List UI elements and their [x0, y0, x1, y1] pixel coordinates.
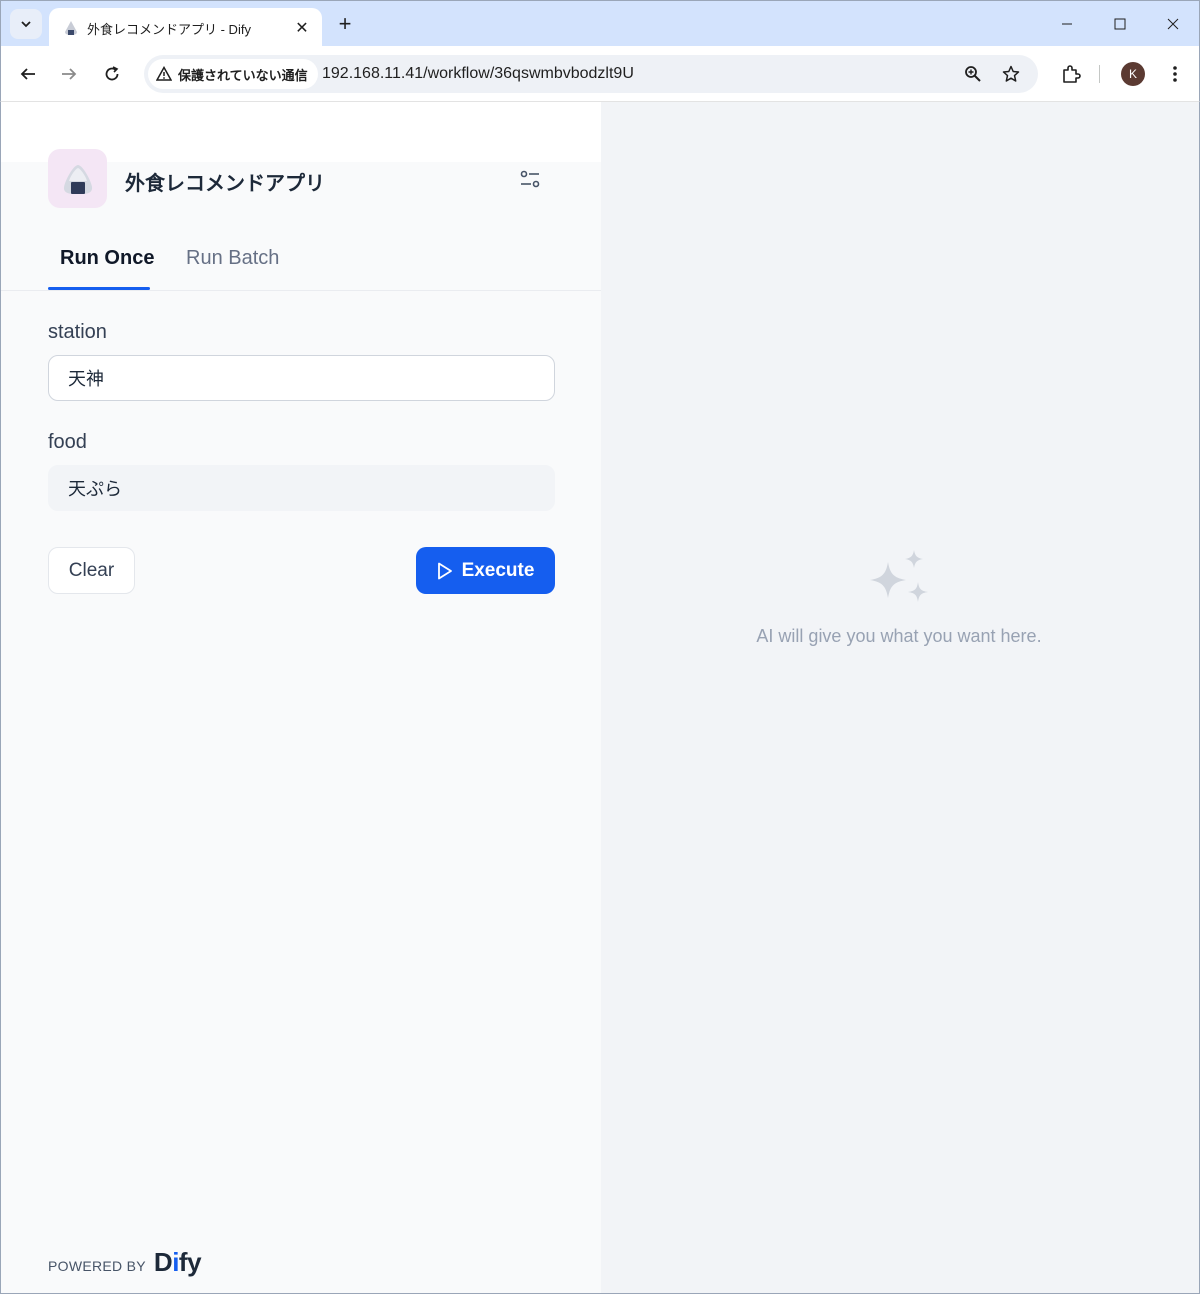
- browser-titlebar: 外食レコメンドアプリ - Dify ✕ +: [0, 0, 1200, 48]
- tab-title: 外食レコメンドアプリ - Dify: [87, 21, 251, 37]
- execute-button[interactable]: Execute: [416, 547, 555, 594]
- zoom-icon[interactable]: [963, 64, 983, 84]
- clear-label: Clear: [68, 559, 115, 581]
- warning-triangle-icon: [156, 66, 172, 81]
- profile-avatar[interactable]: K: [1121, 62, 1145, 86]
- extensions-puzzle-icon[interactable]: [1059, 62, 1083, 86]
- powered-by-footer: POWERED BY Dify: [48, 1247, 202, 1278]
- clear-button[interactable]: Clear: [48, 547, 135, 594]
- reload-icon[interactable]: [98, 60, 126, 88]
- tab-run-once[interactable]: Run Once: [60, 247, 154, 270]
- settings-sliders-icon[interactable]: [518, 167, 542, 191]
- app-icon: [48, 149, 107, 208]
- chevron-down-icon: [21, 21, 31, 28]
- onigiri-favicon-icon: [63, 20, 79, 36]
- bookmark-star-icon[interactable]: [1001, 64, 1021, 84]
- more-menu-icon[interactable]: [1163, 62, 1187, 86]
- back-arrow-icon[interactable]: [14, 60, 42, 88]
- sparkles-icon: [870, 550, 928, 602]
- tab-run-batch[interactable]: Run Batch: [186, 247, 279, 270]
- execute-label: Execute: [461, 559, 535, 581]
- window-border-left: [0, 102, 1, 1294]
- tab-search-button[interactable]: [10, 9, 42, 39]
- onigiri-icon: [63, 164, 92, 194]
- page-content: 外食レコメンドアプリ Run Once Run Batch station 天神…: [1, 102, 1199, 1293]
- address-bar[interactable]: 保護されていない通信 192.168.11.41/workflow/36qswm…: [144, 55, 1038, 93]
- result-panel: [601, 102, 1199, 1293]
- maximize-icon[interactable]: [1102, 9, 1138, 39]
- tabs-divider: [1, 290, 601, 291]
- food-input[interactable]: 天ぷら: [48, 465, 555, 511]
- tab-close-icon[interactable]: ✕: [292, 18, 312, 38]
- play-icon: [437, 562, 452, 579]
- food-value: 天ぷら: [68, 479, 122, 499]
- input-panel: 外食レコメンドアプリ Run Once Run Batch station 天神…: [1, 102, 601, 1293]
- app-title: 外食レコメンドアプリ: [125, 173, 325, 195]
- close-window-icon[interactable]: [1155, 9, 1191, 39]
- browser-tab[interactable]: 外食レコメンドアプリ - Dify ✕: [49, 8, 322, 48]
- empty-state-message: AI will give you what you want here.: [756, 626, 1042, 646]
- minimize-icon[interactable]: [1049, 9, 1085, 39]
- empty-state: AI will give you what you want here.: [600, 548, 1198, 647]
- browser-toolbar: 保護されていない通信 192.168.11.41/workflow/36qswm…: [0, 46, 1200, 102]
- food-label: food: [48, 431, 87, 453]
- toolbar-separator: [1099, 65, 1100, 83]
- powered-by-text: POWERED BY: [48, 1258, 146, 1274]
- station-value: 天神: [68, 369, 104, 389]
- new-tab-plus-icon[interactable]: +: [331, 10, 359, 38]
- dify-logo: Dify: [153, 1247, 202, 1277]
- security-label: 保護されていない通信: [178, 67, 308, 83]
- forward-arrow-icon[interactable]: [55, 60, 83, 88]
- station-input[interactable]: 天神: [48, 355, 555, 401]
- security-chip[interactable]: 保護されていない通信: [148, 59, 318, 89]
- station-label: station: [48, 321, 107, 343]
- url-text[interactable]: 192.168.11.41/workflow/36qswmbvbodzlt9U: [322, 65, 634, 83]
